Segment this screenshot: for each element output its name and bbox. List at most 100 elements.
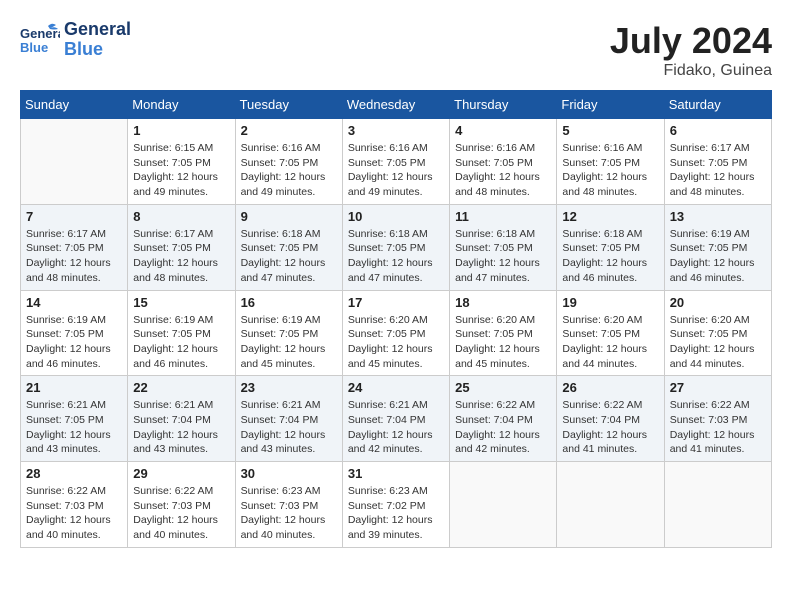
day-info: Sunrise: 6:16 AMSunset: 7:05 PMDaylight:… [348, 141, 444, 200]
logo-general-text: General [64, 20, 131, 40]
day-info: Sunrise: 6:21 AMSunset: 7:05 PMDaylight:… [26, 398, 122, 457]
calendar-cell: 29Sunrise: 6:22 AMSunset: 7:03 PMDayligh… [128, 462, 235, 548]
day-info: Sunrise: 6:19 AMSunset: 7:05 PMDaylight:… [133, 313, 229, 372]
calendar-cell: 31 Sunrise: 6:23 AMSunset: 7:02 PMDayligh… [342, 462, 449, 548]
day-number: 15 [133, 295, 229, 310]
calendar-cell: 11 Sunrise: 6:18 AMSunset: 7:05 PMDayligh… [450, 204, 557, 290]
day-number: 12 [562, 209, 658, 224]
calendar-cell: 9Sunrise: 6:18 AMSunset: 7:05 PMDaylight… [235, 204, 342, 290]
day-number: 1 [133, 123, 229, 138]
calendar-cell: 24 Sunrise: 6:21 AMSunset: 7:04 PMDayligh… [342, 376, 449, 462]
title-block: July 2024 Fidako, Guinea [610, 20, 772, 80]
day-info: Sunrise: 6:21 AMSunset: 7:04 PMDaylight:… [241, 398, 337, 457]
svg-text:Blue: Blue [20, 40, 48, 55]
day-info: Sunrise: 6:15 AMSunset: 7:05 PMDaylight:… [133, 141, 229, 200]
calendar-cell [557, 462, 664, 548]
calendar-cell: 14 Sunrise: 6:19 AMSunset: 7:05 PMDayligh… [21, 290, 128, 376]
calendar-cell: 7 Sunrise: 6:17 AMSunset: 7:05 PMDaylight… [21, 204, 128, 290]
logo: General Blue GeneralBlue [20, 20, 131, 60]
calendar-cell: 4 Sunrise: 6:16 AMSunset: 7:05 PMDaylight… [450, 119, 557, 205]
logo-words: GeneralBlue [64, 20, 131, 60]
calendar-week-3: 14 Sunrise: 6:19 AMSunset: 7:05 PMDayligh… [21, 290, 772, 376]
calendar-cell: 27Sunrise: 6:22 AMSunset: 7:03 PMDayligh… [664, 376, 771, 462]
day-number: 18 [455, 295, 551, 310]
calendar-cell: 1 Sunrise: 6:15 AMSunset: 7:05 PMDaylight… [128, 119, 235, 205]
calendar-cell [21, 119, 128, 205]
column-header-sunday: Sunday [21, 91, 128, 119]
day-number: 8 [133, 209, 229, 224]
day-number: 30 [241, 466, 337, 481]
logo-blue-text: Blue [64, 40, 131, 60]
calendar-cell: 19 Sunrise: 6:20 AMSunset: 7:05 PMDayligh… [557, 290, 664, 376]
calendar-table: SundayMondayTuesdayWednesdayThursdayFrid… [20, 90, 772, 548]
day-info: Sunrise: 6:17 AMSunset: 7:05 PMDaylight:… [670, 141, 766, 200]
column-header-monday: Monday [128, 91, 235, 119]
day-info: Sunrise: 6:18 AMSunset: 7:05 PMDaylight:… [562, 227, 658, 286]
day-info: Sunrise: 6:16 AMSunset: 7:05 PMDaylight:… [562, 141, 658, 200]
calendar-cell: 25 Sunrise: 6:22 AMSunset: 7:04 PMDayligh… [450, 376, 557, 462]
day-info: Sunrise: 6:22 AMSunset: 7:04 PMDaylight:… [562, 398, 658, 457]
day-number: 11 [455, 209, 551, 224]
day-info: Sunrise: 6:19 AMSunset: 7:05 PMDaylight:… [26, 313, 122, 372]
day-info: Sunrise: 6:22 AMSunset: 7:04 PMDaylight:… [455, 398, 551, 457]
page-header: General Blue GeneralBlue July 2024 Fidak… [20, 20, 772, 80]
day-number: 25 [455, 380, 551, 395]
day-number: 14 [26, 295, 122, 310]
calendar-cell: 20 Sunrise: 6:20 AMSunset: 7:05 PMDayligh… [664, 290, 771, 376]
calendar-cell: 18 Sunrise: 6:20 AMSunset: 7:05 PMDayligh… [450, 290, 557, 376]
column-header-saturday: Saturday [664, 91, 771, 119]
day-info: Sunrise: 6:19 AMSunset: 7:05 PMDaylight:… [670, 227, 766, 286]
day-info: Sunrise: 6:19 AMSunset: 7:05 PMDaylight:… [241, 313, 337, 372]
calendar-week-1: 1 Sunrise: 6:15 AMSunset: 7:05 PMDaylight… [21, 119, 772, 205]
calendar-cell: 5 Sunrise: 6:16 AMSunset: 7:05 PMDaylight… [557, 119, 664, 205]
calendar-cell: 8 Sunrise: 6:17 AMSunset: 7:05 PMDaylight… [128, 204, 235, 290]
day-info: Sunrise: 6:20 AMSunset: 7:05 PMDaylight:… [670, 313, 766, 372]
day-info: Sunrise: 6:23 AMSunset: 7:03 PMDaylight:… [241, 484, 337, 543]
calendar-cell [450, 462, 557, 548]
day-number: 31 [348, 466, 444, 481]
day-info: Sunrise: 6:20 AMSunset: 7:05 PMDaylight:… [455, 313, 551, 372]
calendar-week-5: 28Sunrise: 6:22 AMSunset: 7:03 PMDayligh… [21, 462, 772, 548]
column-header-wednesday: Wednesday [342, 91, 449, 119]
calendar-cell: 23Sunrise: 6:21 AMSunset: 7:04 PMDayligh… [235, 376, 342, 462]
day-number: 19 [562, 295, 658, 310]
day-number: 13 [670, 209, 766, 224]
day-info: Sunrise: 6:16 AMSunset: 7:05 PMDaylight:… [241, 141, 337, 200]
column-header-thursday: Thursday [450, 91, 557, 119]
day-number: 27 [670, 380, 766, 395]
day-info: Sunrise: 6:18 AMSunset: 7:05 PMDaylight:… [455, 227, 551, 286]
day-info: Sunrise: 6:21 AMSunset: 7:04 PMDaylight:… [348, 398, 444, 457]
calendar-week-4: 21Sunrise: 6:21 AMSunset: 7:05 PMDayligh… [21, 376, 772, 462]
calendar-cell: 17 Sunrise: 6:20 AMSunset: 7:05 PMDayligh… [342, 290, 449, 376]
day-number: 7 [26, 209, 122, 224]
day-number: 20 [670, 295, 766, 310]
day-info: Sunrise: 6:16 AMSunset: 7:05 PMDaylight:… [455, 141, 551, 200]
day-number: 3 [348, 123, 444, 138]
calendar-cell: 13 Sunrise: 6:19 AMSunset: 7:05 PMDayligh… [664, 204, 771, 290]
day-info: Sunrise: 6:23 AMSunset: 7:02 PMDaylight:… [348, 484, 444, 543]
day-number: 26 [562, 380, 658, 395]
day-number: 17 [348, 295, 444, 310]
location: Fidako, Guinea [610, 62, 772, 80]
calendar-cell: 3 Sunrise: 6:16 AMSunset: 7:05 PMDaylight… [342, 119, 449, 205]
day-info: Sunrise: 6:20 AMSunset: 7:05 PMDaylight:… [562, 313, 658, 372]
day-info: Sunrise: 6:20 AMSunset: 7:05 PMDaylight:… [348, 313, 444, 372]
day-number: 16 [241, 295, 337, 310]
day-number: 5 [562, 123, 658, 138]
day-number: 4 [455, 123, 551, 138]
calendar-cell: 12 Sunrise: 6:18 AMSunset: 7:05 PMDayligh… [557, 204, 664, 290]
calendar-header-row: SundayMondayTuesdayWednesdayThursdayFrid… [21, 91, 772, 119]
calendar-cell: 6Sunrise: 6:17 AMSunset: 7:05 PMDaylight… [664, 119, 771, 205]
day-number: 24 [348, 380, 444, 395]
calendar-cell: 2Sunrise: 6:16 AMSunset: 7:05 PMDaylight… [235, 119, 342, 205]
calendar-cell: 22Sunrise: 6:21 AMSunset: 7:04 PMDayligh… [128, 376, 235, 462]
day-number: 28 [26, 466, 122, 481]
day-info: Sunrise: 6:17 AMSunset: 7:05 PMDaylight:… [26, 227, 122, 286]
day-info: Sunrise: 6:21 AMSunset: 7:04 PMDaylight:… [133, 398, 229, 457]
day-number: 29 [133, 466, 229, 481]
calendar-cell: 30 Sunrise: 6:23 AMSunset: 7:03 PMDayligh… [235, 462, 342, 548]
calendar-cell: 15 Sunrise: 6:19 AMSunset: 7:05 PMDayligh… [128, 290, 235, 376]
day-info: Sunrise: 6:17 AMSunset: 7:05 PMDaylight:… [133, 227, 229, 286]
calendar-cell: 21Sunrise: 6:21 AMSunset: 7:05 PMDayligh… [21, 376, 128, 462]
calendar-week-2: 7 Sunrise: 6:17 AMSunset: 7:05 PMDaylight… [21, 204, 772, 290]
